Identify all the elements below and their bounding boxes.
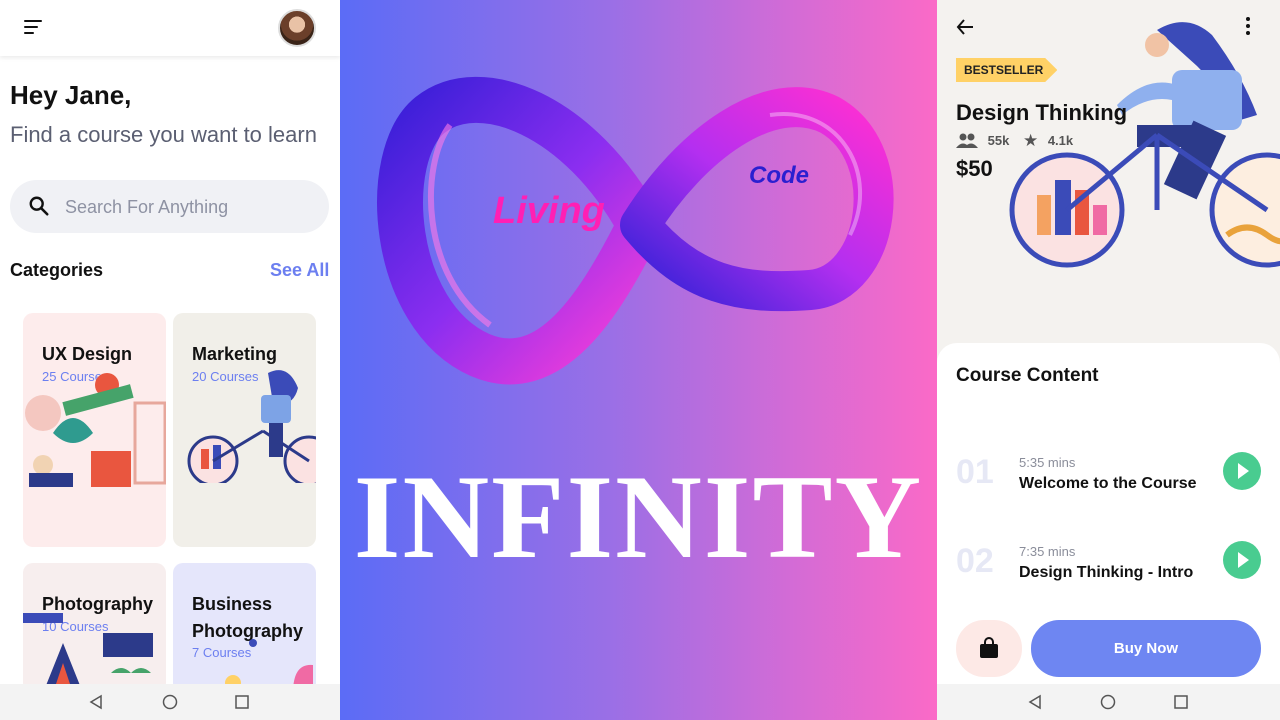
- channel-banner: Living Code INFINITY: [340, 0, 937, 720]
- buy-now-button[interactable]: Buy Now: [1031, 620, 1261, 677]
- android-nav-bar: [937, 684, 1280, 720]
- course-meta: 55k ★ 4.1k: [956, 131, 1073, 151]
- students-count: 55k: [987, 133, 1010, 148]
- lesson-duration: 7:35 mins: [1019, 544, 1076, 559]
- course-content-heading: Course Content: [956, 365, 1099, 386]
- lesson-duration: 5:35 mins: [1019, 455, 1076, 470]
- course-content-sheet: Course Content 01 5:35 mins Welcome to t…: [937, 343, 1280, 720]
- bestseller-badge: BESTSELLER: [956, 58, 1058, 82]
- top-app-bar: [0, 0, 340, 56]
- photography-illustration: [23, 613, 153, 693]
- recents-nav-icon[interactable]: [1173, 694, 1189, 710]
- lesson-name: Welcome to the Course: [1019, 475, 1197, 492]
- cart-button[interactable]: [956, 620, 1022, 677]
- category-card-ux-design[interactable]: UX Design 25 Courses: [23, 313, 166, 547]
- greeting: Hey Jane,: [10, 80, 132, 110]
- home-nav-icon[interactable]: [162, 694, 178, 710]
- logo-word-living: Living: [493, 190, 605, 232]
- marketing-illustration: [187, 370, 316, 483]
- play-icon[interactable]: [1223, 541, 1261, 579]
- search-input[interactable]: Search For Anything: [10, 180, 329, 233]
- back-arrow-icon[interactable]: [955, 17, 975, 37]
- shopping-bag-icon: [980, 637, 998, 658]
- left-app-screen: Hey Jane, Find a course you want to lear…: [0, 0, 340, 720]
- category-card-photography[interactable]: Photography 10 Courses: [23, 563, 166, 693]
- avatar[interactable]: [278, 9, 316, 47]
- course-title: Design Thinking: [956, 100, 1128, 125]
- star-icon: ★: [1022, 131, 1039, 150]
- infinity-logo: [377, 76, 894, 385]
- course-price: $50: [956, 156, 993, 181]
- category-card-marketing[interactable]: Marketing 20 Courses: [173, 313, 316, 547]
- right-app-screen: BESTSELLER Design Thinking 55k ★ 4.1k $5…: [937, 0, 1280, 720]
- rating-count: 4.1k: [1047, 133, 1074, 148]
- recents-nav-icon[interactable]: [234, 694, 250, 710]
- category-title: UX Design: [42, 344, 133, 364]
- categories-heading: Categories: [10, 260, 104, 280]
- back-nav-icon[interactable]: [1027, 694, 1043, 710]
- search-placeholder: Search For Anything: [65, 197, 229, 217]
- android-nav-bar: [0, 684, 340, 720]
- see-all-link[interactable]: See All: [270, 260, 329, 281]
- banner-headline: INFINITY: [353, 450, 924, 583]
- back-nav-icon[interactable]: [88, 694, 104, 710]
- search-icon: [29, 196, 49, 216]
- play-icon[interactable]: [1223, 452, 1261, 490]
- greeting-subtitle: Find a course you want to learn: [10, 122, 317, 147]
- lesson-number: 02: [956, 542, 994, 580]
- lesson-name: Design Thinking - Intro: [1019, 564, 1194, 581]
- lesson-number: 01: [956, 453, 994, 491]
- logo-word-code: Code: [749, 162, 809, 189]
- students-icon: [956, 133, 978, 148]
- ux-design-illustration: [25, 373, 166, 487]
- home-nav-icon[interactable]: [1100, 694, 1116, 710]
- category-card-business-photography[interactable]: Business Photography 7 Courses: [173, 563, 316, 693]
- menu-icon[interactable]: [24, 20, 46, 36]
